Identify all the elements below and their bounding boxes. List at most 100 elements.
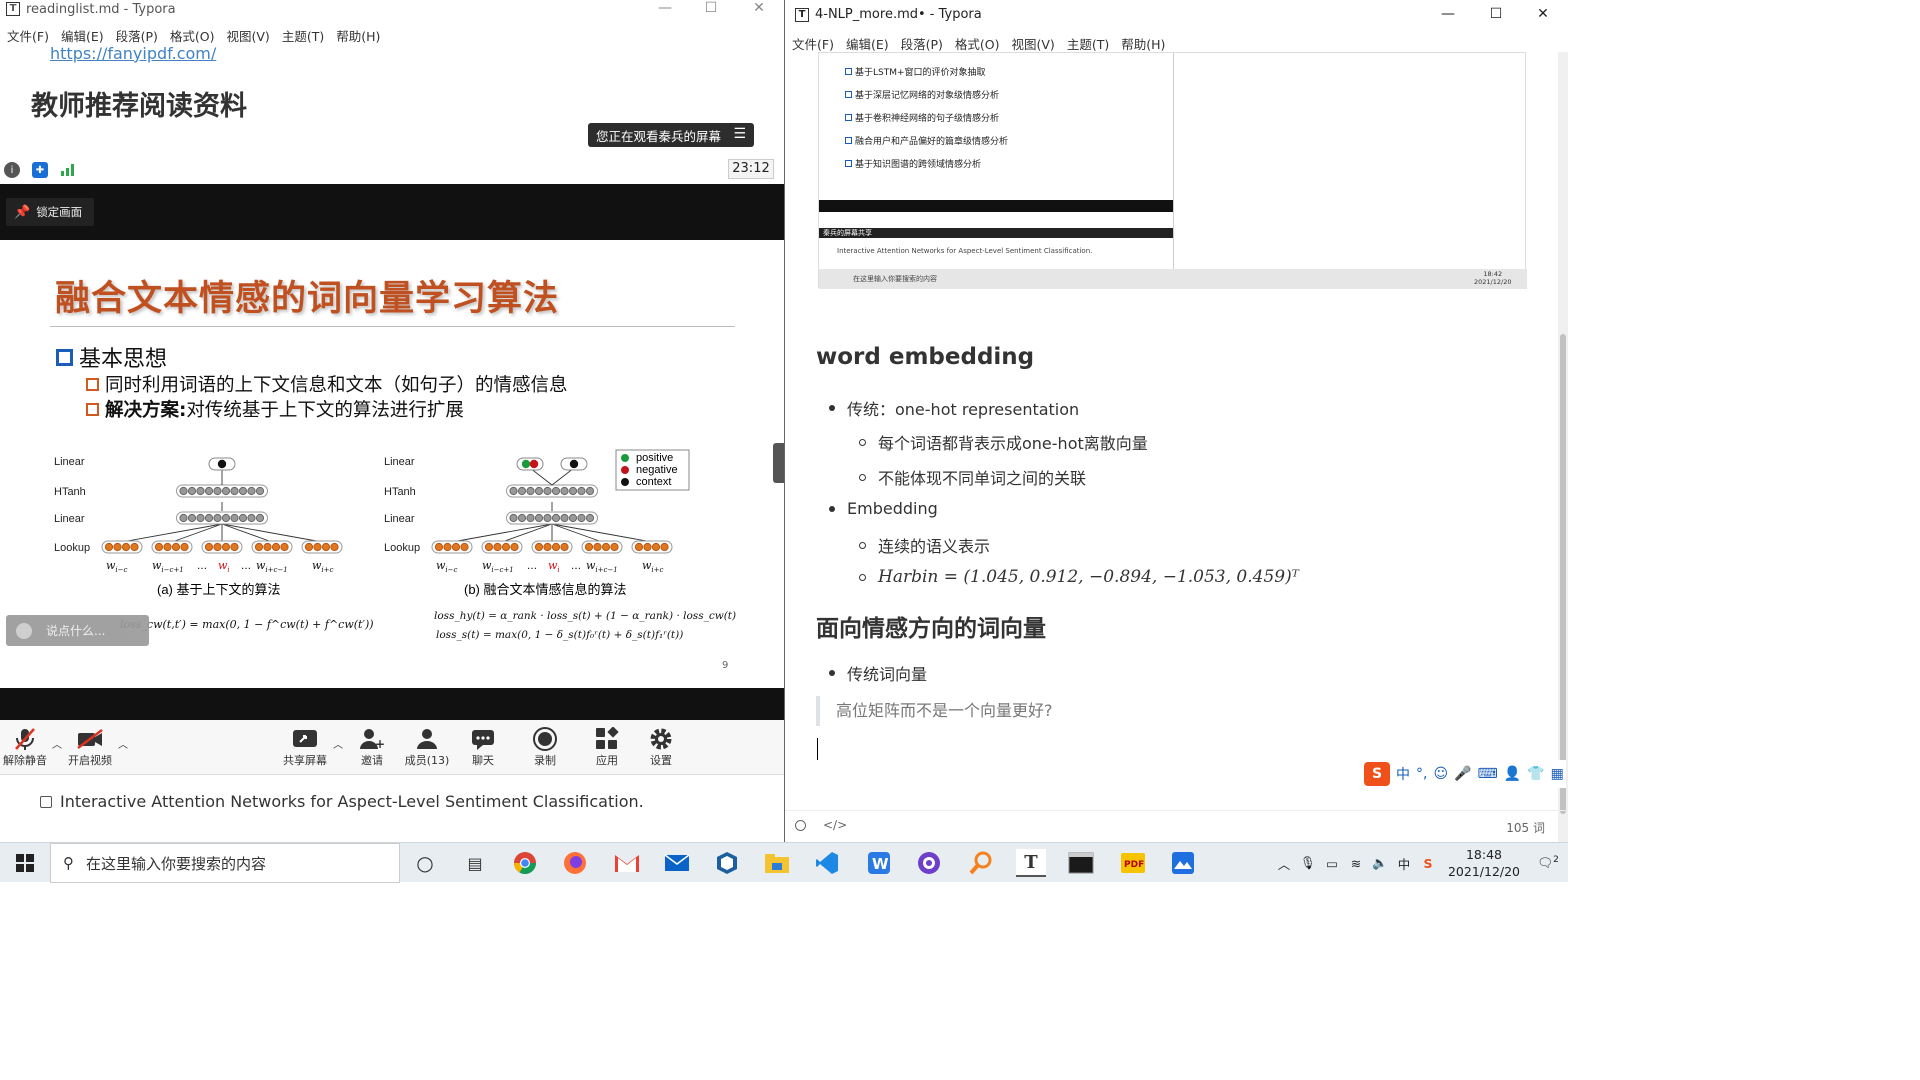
chrome-icon[interactable] bbox=[510, 849, 540, 877]
start-video-button[interactable]: 开启视频 bbox=[65, 726, 115, 768]
menu-help[interactable]: 帮助(H) bbox=[330, 26, 386, 45]
invite-button[interactable]: + 邀请 bbox=[347, 726, 397, 768]
taskbar-clock[interactable]: 18:48 2021/12/20 bbox=[1440, 846, 1528, 880]
close-button[interactable]: ✕ bbox=[736, 0, 782, 16]
microphone-icon[interactable]: 🎤 bbox=[1454, 766, 1471, 782]
shirt-icon[interactable]: 👕 bbox=[1527, 766, 1544, 782]
ime-indicator[interactable]: 中 bbox=[1392, 854, 1416, 873]
record-button[interactable]: 录制 bbox=[520, 726, 570, 768]
vscode-icon[interactable] bbox=[812, 849, 842, 877]
signal-strength-icon[interactable] bbox=[60, 162, 76, 178]
virtualbox-icon[interactable] bbox=[712, 849, 742, 877]
menu-help[interactable]: 帮助(H) bbox=[1115, 34, 1171, 53]
bullet-icon bbox=[829, 405, 835, 411]
minimize-button[interactable]: — bbox=[642, 0, 688, 16]
menu-paragraph[interactable]: 段落(P) bbox=[110, 26, 164, 45]
menu-paragraph[interactable]: 段落(P) bbox=[895, 34, 949, 53]
unmute-button[interactable]: 解除静音 bbox=[0, 726, 50, 768]
minimize-button[interactable]: — bbox=[1425, 6, 1471, 22]
show-hidden-icons-chevron-icon[interactable]: ︿ bbox=[1272, 854, 1296, 873]
ime-mode[interactable]: 中 bbox=[1396, 764, 1410, 784]
settings-button[interactable]: 设置 bbox=[636, 726, 686, 768]
speaker-icon[interactable]: 🔈 bbox=[1368, 855, 1392, 871]
menu-edit[interactable]: 编辑(E) bbox=[55, 26, 110, 45]
menu-format[interactable]: 格式(O) bbox=[949, 34, 1006, 53]
share-banner[interactable]: 您正在观看秦兵的屏幕 ☰ bbox=[588, 123, 754, 147]
firefox-icon[interactable] bbox=[560, 849, 590, 877]
keyboard-icon[interactable]: ⌨ bbox=[1478, 766, 1498, 782]
taskbar-search[interactable]: ⚲ 在这里输入你要搜索的内容 bbox=[50, 843, 400, 883]
menu-theme[interactable]: 主题(T) bbox=[1061, 34, 1115, 53]
chat-button[interactable]: 聊天 bbox=[458, 726, 508, 768]
writer-icon[interactable]: W bbox=[864, 849, 894, 877]
word-token: wi−c bbox=[436, 559, 458, 574]
source-code-toggle-icon[interactable]: </> bbox=[823, 818, 847, 832]
blockquote[interactable]: 高位矩阵而不是一个向量更好? bbox=[816, 696, 1516, 726]
linear-node bbox=[577, 513, 586, 523]
mic-options-chevron-icon[interactable]: ︿ bbox=[52, 736, 62, 751]
wifi-icon[interactable]: ≋ bbox=[1344, 856, 1368, 871]
outline-toggle-icon[interactable] bbox=[795, 820, 806, 831]
sogou-ime-toolbar[interactable]: S 中 °, ☺ 🎤 ⌨ 👤 👕 ▦ bbox=[1360, 760, 1566, 788]
linear-node bbox=[187, 513, 197, 523]
widgets-icon[interactable]: ▤ bbox=[460, 849, 490, 877]
emoji-icon[interactable] bbox=[16, 622, 32, 639]
github-icon[interactable] bbox=[914, 849, 944, 877]
fig-b-layer-label: Linear bbox=[384, 513, 415, 525]
task-checkbox[interactable] bbox=[40, 795, 52, 808]
menu-format[interactable]: 格式(O) bbox=[164, 26, 221, 45]
maximize-button[interactable]: ☐ bbox=[1473, 6, 1519, 22]
lookup-node bbox=[113, 542, 122, 552]
system-tray: ︿ 🎙 ▭ ≋ 🔈 中 S 18:48 2021/12/20 🗨2 bbox=[1272, 843, 1568, 883]
members-button[interactable]: 成员(13) bbox=[402, 726, 452, 768]
close-button[interactable]: ✕ bbox=[1520, 6, 1566, 22]
windows-start-icon[interactable] bbox=[10, 849, 40, 877]
mail-icon[interactable] bbox=[662, 849, 692, 877]
slide-bullet-main: 基本思想 bbox=[56, 341, 167, 373]
thumb-dark-bar bbox=[819, 200, 1173, 212]
punctuation-icon[interactable]: °, bbox=[1416, 766, 1427, 782]
search-everything-icon[interactable] bbox=[966, 849, 996, 877]
scrollbar-thumb[interactable] bbox=[1560, 334, 1566, 814]
gmail-icon[interactable] bbox=[612, 849, 642, 877]
hamburger-menu-icon[interactable]: ☰ bbox=[733, 126, 746, 142]
connection bbox=[121, 523, 223, 543]
menu-view[interactable]: 视图(V) bbox=[1006, 34, 1061, 53]
battery-icon[interactable]: ▭ bbox=[1320, 856, 1344, 871]
info-icon[interactable]: i bbox=[4, 162, 20, 178]
lookup-node bbox=[534, 542, 544, 552]
pdf-icon[interactable]: PDF bbox=[1118, 849, 1148, 877]
shield-icon[interactable]: ✚ bbox=[32, 162, 48, 178]
grid-icon[interactable]: ▦ bbox=[1551, 766, 1564, 782]
video-options-chevron-icon[interactable]: ︿ bbox=[118, 736, 128, 751]
file-explorer-icon[interactable] bbox=[762, 849, 792, 877]
notification-icon[interactable]: 🗨2 bbox=[1528, 855, 1568, 871]
lookup-node bbox=[643, 542, 652, 552]
connection bbox=[221, 523, 273, 543]
fanyipdf-link[interactable]: https://fanyipdf.com/ bbox=[50, 44, 216, 63]
share-options-chevron-icon[interactable]: ︿ bbox=[333, 736, 343, 751]
menu-view[interactable]: 视图(V) bbox=[221, 26, 276, 45]
vertical-scrollbar[interactable] bbox=[1558, 52, 1568, 842]
photos-icon[interactable] bbox=[1168, 849, 1198, 877]
share-screen-button[interactable]: 共享屏幕 bbox=[280, 726, 330, 768]
menu-file[interactable]: 文件(F) bbox=[1, 26, 55, 45]
typora-taskbar-icon[interactable]: T bbox=[1016, 849, 1046, 877]
microphone-icon[interactable]: 🎙 bbox=[1296, 855, 1320, 871]
chat-input-bubble[interactable]: 说点什么... bbox=[6, 615, 149, 646]
menu-file[interactable]: 文件(F) bbox=[786, 34, 840, 53]
word-token: wi+c−1 bbox=[256, 559, 288, 574]
linear-node bbox=[204, 513, 214, 523]
menu-theme[interactable]: 主题(T) bbox=[276, 26, 330, 45]
apps-button[interactable]: 应用 bbox=[582, 726, 632, 768]
right-typora-window: T 4-NLP_more.md• - Typora — ☐ ✕ 文件(F) 编辑… bbox=[784, 0, 1568, 842]
user-icon[interactable]: 👤 bbox=[1504, 766, 1521, 782]
lock-screen-button[interactable]: 📌 锁定画面 bbox=[6, 198, 94, 226]
sogou-tray-icon[interactable]: S bbox=[1416, 856, 1440, 871]
task-view-icon[interactable]: ○ bbox=[410, 849, 440, 877]
emoji-icon[interactable]: ☺ bbox=[1433, 766, 1448, 782]
sogou-logo-icon[interactable]: S bbox=[1364, 762, 1390, 786]
menu-edit[interactable]: 编辑(E) bbox=[840, 34, 895, 53]
maximize-button[interactable]: ☐ bbox=[688, 0, 734, 16]
terminal-icon[interactable] bbox=[1066, 849, 1096, 877]
